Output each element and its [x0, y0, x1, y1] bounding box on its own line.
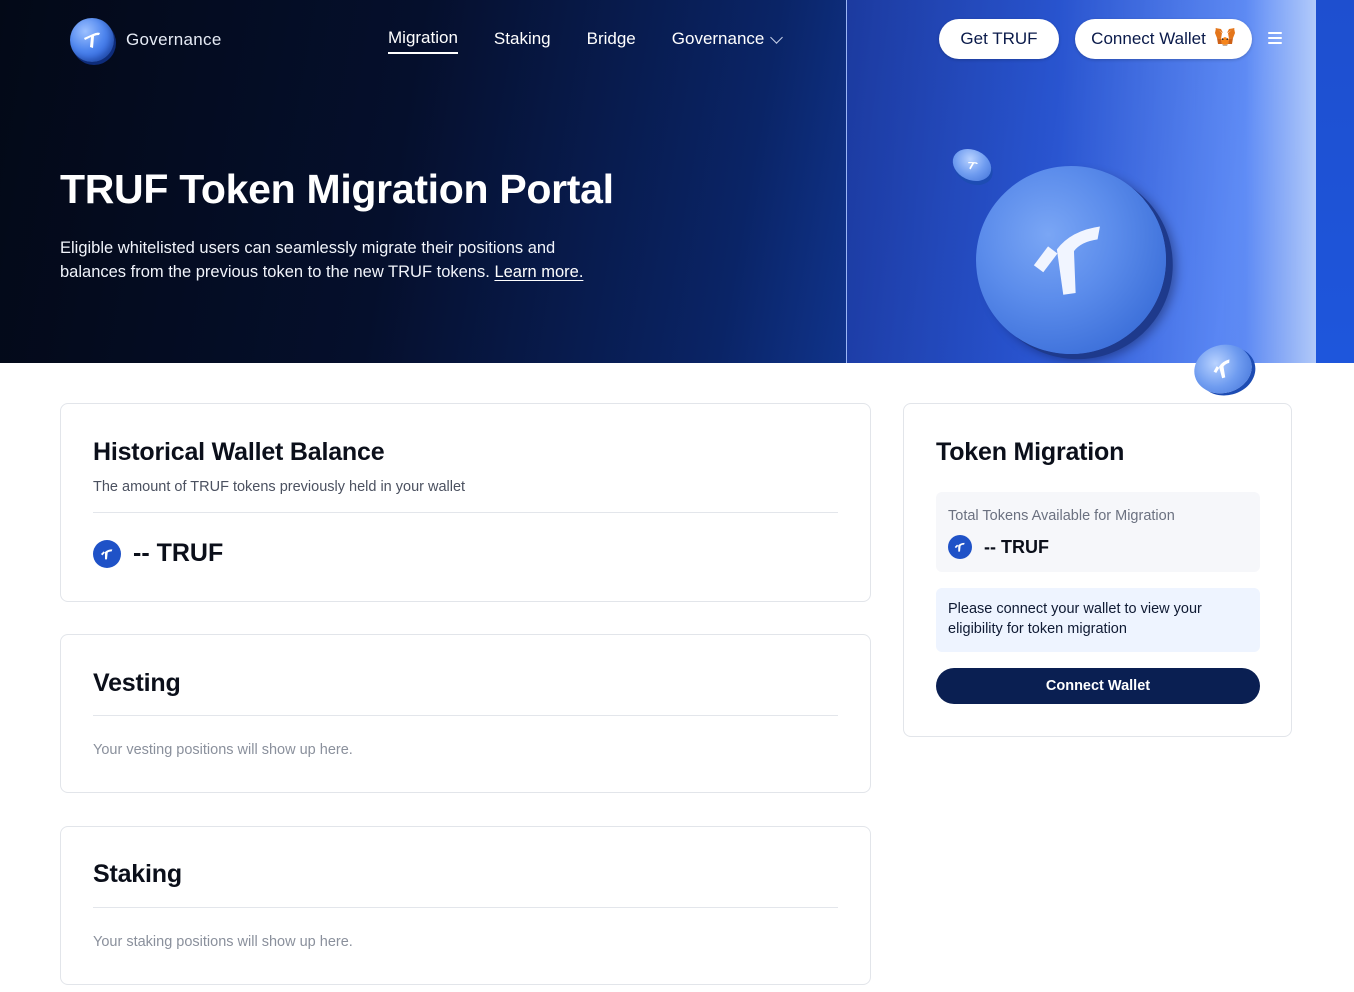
- available-tokens-value: -- TRUF: [984, 536, 1049, 557]
- truf-token-icon: [948, 535, 972, 559]
- divider: [93, 907, 838, 908]
- header-connect-wallet-label: Connect Wallet: [1091, 29, 1206, 48]
- divider: [93, 715, 838, 716]
- staking-card: Staking Your staking positions will show…: [60, 826, 871, 985]
- historical-balance-row: -- TRUF: [93, 539, 223, 568]
- nav-governance-dropdown[interactable]: Governance: [671, 29, 784, 53]
- hamburger-menu-icon[interactable]: [1268, 32, 1282, 44]
- vesting-title: Vesting: [93, 669, 181, 697]
- get-truf-button[interactable]: Get TRUF: [939, 19, 1059, 59]
- available-tokens-box: Total Tokens Available for Migration -- …: [936, 492, 1260, 572]
- learn-more-link[interactable]: Learn more.: [494, 263, 583, 281]
- historical-balance-card: Historical Wallet Balance The amount of …: [60, 403, 871, 602]
- staking-empty-text: Your staking positions will show up here…: [93, 934, 353, 950]
- available-tokens-label: Total Tokens Available for Migration: [948, 508, 1175, 524]
- logo-link[interactable]: Governance: [70, 18, 222, 62]
- historical-balance-subtitle: The amount of TRUF tokens previously hel…: [93, 479, 466, 495]
- staking-title: Staking: [93, 860, 182, 888]
- header-connect-wallet-button[interactable]: Connect Wallet: [1075, 19, 1252, 59]
- divider: [93, 512, 838, 513]
- connect-wallet-notice: Please connect your wallet to view your …: [936, 588, 1260, 652]
- token-migration-card: Token Migration Total Tokens Available f…: [903, 403, 1292, 737]
- get-truf-label: Get TRUF: [960, 29, 1038, 48]
- nav-bridge-label: Bridge: [586, 29, 636, 48]
- hero-description: Eligible whitelisted users can seamlessl…: [60, 236, 620, 284]
- historical-balance-value: -- TRUF: [133, 539, 224, 567]
- main-nav: Migration Staking Bridge Governance: [388, 28, 784, 54]
- vesting-empty-text: Your vesting positions will show up here…: [93, 742, 353, 758]
- nav-migration-label: Migration: [388, 28, 458, 47]
- connect-wallet-button[interactable]: Connect Wallet: [936, 668, 1260, 704]
- historical-balance-title: Historical Wallet Balance: [93, 438, 385, 466]
- nav-governance-label: Governance: [671, 29, 765, 48]
- token-migration-title: Token Migration: [936, 438, 1125, 466]
- vesting-card: Vesting Your vesting positions will show…: [60, 634, 871, 793]
- metamask-fox-icon: [1214, 27, 1236, 52]
- hero-description-text: Eligible whitelisted users can seamlessl…: [60, 239, 556, 281]
- truf-logo-icon: [70, 18, 114, 62]
- page-title: TRUF Token Migration Portal: [60, 166, 614, 212]
- hero-right-strip: [1316, 0, 1354, 363]
- nav-staking-label: Staking: [493, 29, 551, 48]
- logo-text: Governance: [126, 30, 222, 49]
- nav-migration[interactable]: Migration: [388, 28, 458, 54]
- nav-bridge[interactable]: Bridge: [587, 29, 636, 53]
- chevron-down-icon: [770, 30, 784, 44]
- truf-token-icon: [93, 539, 121, 568]
- available-tokens-row: -- TRUF: [948, 535, 1049, 559]
- nav-staking[interactable]: Staking: [494, 29, 551, 53]
- hero-banner: Governance Migration Staking Bridge Gove…: [0, 0, 1354, 363]
